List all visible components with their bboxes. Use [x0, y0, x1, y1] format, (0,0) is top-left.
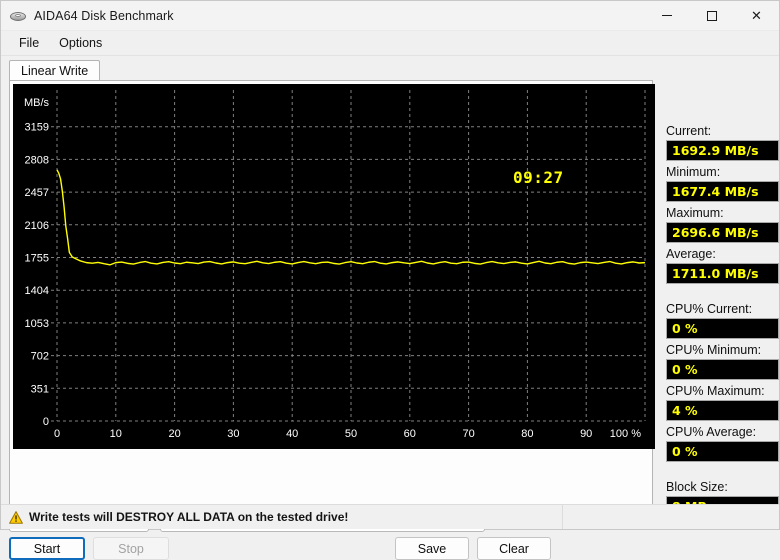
- stat-caption: Block Size:: [666, 480, 779, 494]
- svg-text:702: 702: [31, 351, 49, 363]
- stat-cpu-maximum: CPU% Maximum: 4 %: [666, 384, 779, 421]
- stat-caption: CPU% Minimum:: [666, 343, 779, 357]
- button-row: Start Stop Save Clear: [9, 537, 653, 560]
- stat-value: 0 %: [666, 359, 779, 380]
- elapsed-time: 09:27: [513, 168, 564, 187]
- svg-text:2457: 2457: [25, 187, 49, 199]
- status-bar: Write tests will DESTROY ALL DATA on the…: [1, 504, 779, 529]
- stat-value: 0 %: [666, 318, 779, 339]
- svg-text:1404: 1404: [25, 285, 49, 297]
- chart-svg: MB/s03517021053140417552106245728083159 …: [13, 84, 655, 449]
- status-warning-cell: Write tests will DESTROY ALL DATA on the…: [1, 505, 563, 529]
- svg-text:60: 60: [404, 428, 416, 440]
- svg-text:50: 50: [345, 428, 357, 440]
- svg-text:70: 70: [462, 428, 474, 440]
- stat-maximum: Maximum: 2696.6 MB/s: [666, 206, 779, 243]
- chart-gridlines: [51, 90, 645, 421]
- svg-text:3159: 3159: [25, 122, 49, 134]
- start-button[interactable]: Start: [9, 537, 85, 560]
- stat-cpu-average: CPU% Average: 0 %: [666, 425, 779, 462]
- clear-button[interactable]: Clear: [477, 537, 551, 560]
- menu-item-options[interactable]: Options: [49, 33, 112, 53]
- stat-caption: Average:: [666, 247, 779, 261]
- svg-text:2808: 2808: [25, 154, 49, 166]
- svg-text:2106: 2106: [25, 220, 49, 232]
- svg-text:1755: 1755: [25, 253, 49, 265]
- disk-platter-icon: [10, 8, 26, 24]
- close-button[interactable]: ✕: [734, 1, 779, 30]
- warning-triangle-icon: [9, 511, 23, 524]
- stat-cpu-current: CPU% Current: 0 %: [666, 302, 779, 339]
- aida64-disk-benchmark-window: AIDA64 Disk Benchmark ✕ File Options Lin…: [0, 0, 780, 530]
- maximize-button[interactable]: [689, 1, 734, 30]
- stat-caption: CPU% Current:: [666, 302, 779, 316]
- svg-text:100 %: 100 %: [610, 428, 641, 440]
- svg-text:80: 80: [521, 428, 533, 440]
- svg-text:0: 0: [43, 416, 49, 428]
- stat-caption: CPU% Maximum:: [666, 384, 779, 398]
- stat-value: 0 %: [666, 441, 779, 462]
- svg-text:90: 90: [580, 428, 592, 440]
- tab-page: MB/s03517021053140417552106245728083159 …: [9, 80, 653, 505]
- content-area: Linear Write MB/s 0 351 702 1053 1404 1755 2106…: [1, 56, 779, 529]
- stat-caption: Current:: [666, 124, 779, 138]
- stat-caption: Maximum:: [666, 206, 779, 220]
- stat-caption: Minimum:: [666, 165, 779, 179]
- chart-y-axis-labels: MB/s 0 351 702 1053 1404 1755 2106 2457 2808 3159: [24, 97, 50, 428]
- svg-text:40: 40: [286, 428, 298, 440]
- menu-item-file[interactable]: File: [9, 33, 49, 53]
- tab-strip: Linear Write: [9, 59, 100, 81]
- chart-x-axis-labels: 0 10 20 30 40 50 60 70 80 90 100 %: [54, 428, 641, 440]
- svg-text:351: 351: [31, 383, 49, 395]
- svg-text:20: 20: [168, 428, 180, 440]
- stat-cpu-minimum: CPU% Minimum: 0 %: [666, 343, 779, 380]
- statistics-panel: Current:1692.9 MB/s Minimum:1677.4 MB/s …: [663, 56, 779, 529]
- stat-value: 1677.4 MB/s: [666, 181, 779, 202]
- window-title: AIDA64 Disk Benchmark: [34, 9, 174, 23]
- stat-average: Average: 1711.0 MB/s: [666, 247, 779, 284]
- minimize-button[interactable]: [644, 1, 689, 30]
- save-button[interactable]: Save: [395, 537, 469, 560]
- benchmark-panel: Linear Write MB/s 0 351 702 1053 1404 1755 2106…: [1, 56, 660, 529]
- stat-value: 4 %: [666, 400, 779, 421]
- stat-caption: CPU% Average:: [666, 425, 779, 439]
- close-icon: ✕: [751, 9, 762, 22]
- stop-button: Stop: [93, 537, 169, 560]
- status-warning-text: Write tests will DESTROY ALL DATA on the…: [29, 510, 348, 524]
- title-bar: AIDA64 Disk Benchmark ✕: [1, 1, 779, 31]
- svg-text:MB/s: MB/s: [24, 97, 50, 109]
- stat-minimum: Minimum: 1677.4 MB/s: [666, 165, 779, 202]
- svg-text:30: 30: [227, 428, 239, 440]
- stat-current: Current: 1692.9 MB/s: [666, 124, 779, 161]
- menu-bar: File Options: [1, 31, 779, 56]
- tab-linear-write[interactable]: Linear Write: [9, 60, 100, 81]
- benchmark-chart: MB/s03517021053140417552106245728083159 …: [13, 84, 655, 449]
- stat-value: 1692.9 MB/s: [666, 140, 779, 161]
- svg-text:10: 10: [110, 428, 122, 440]
- window-buttons: ✕: [644, 1, 779, 30]
- stat-value: 2696.6 MB/s: [666, 222, 779, 243]
- stat-value: 1711.0 MB/s: [666, 263, 779, 284]
- svg-text:0: 0: [54, 428, 60, 440]
- svg-text:1053: 1053: [25, 318, 49, 330]
